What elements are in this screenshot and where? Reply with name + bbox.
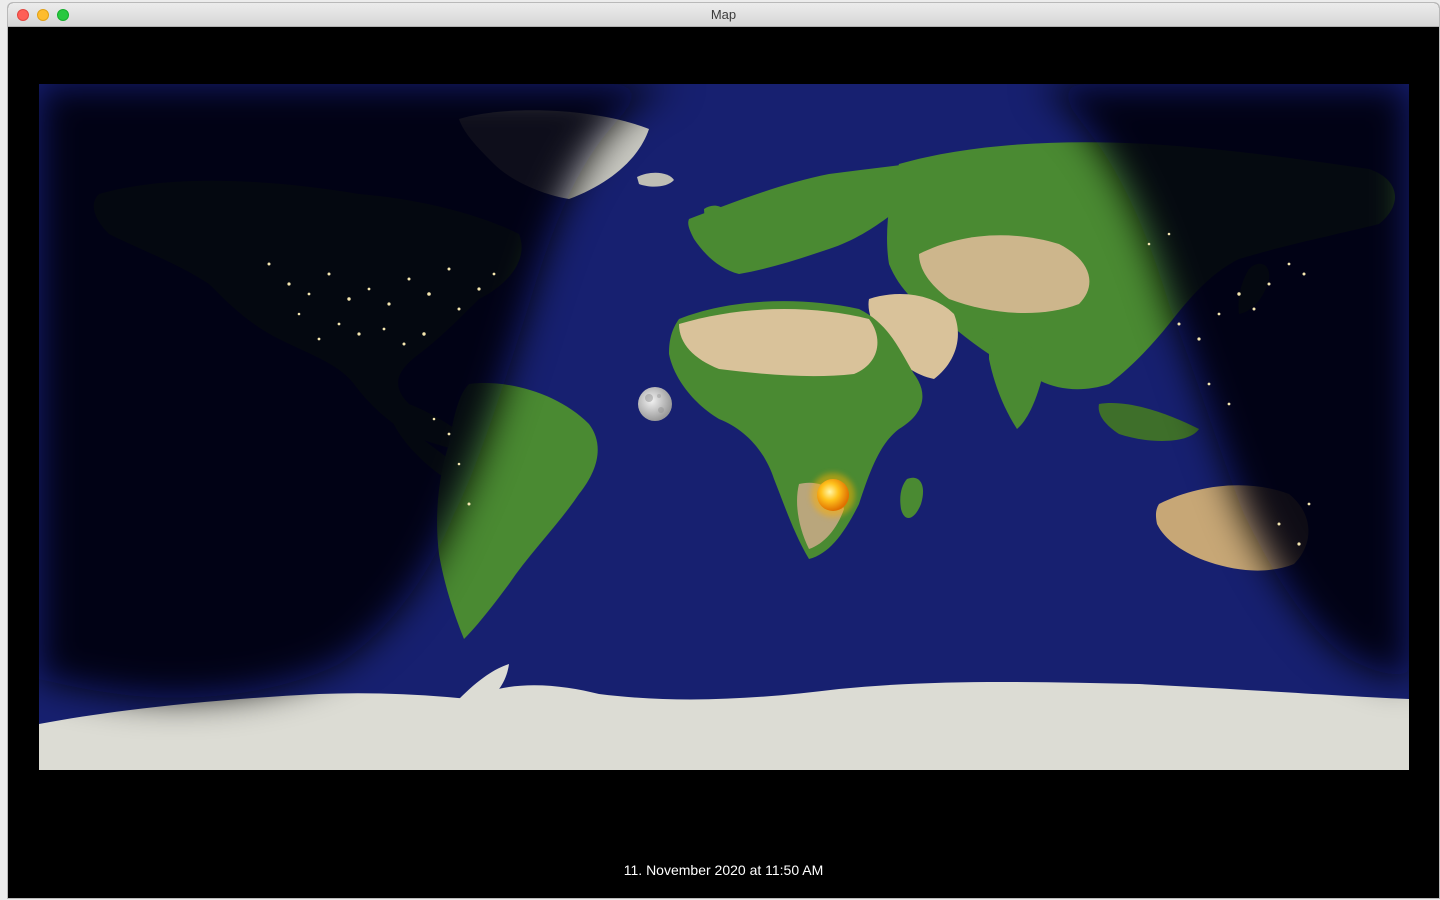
date-time-label: 11. November 2020 at 11:50 AM [623, 862, 824, 878]
title-bar[interactable]: Map [8, 3, 1439, 27]
world-map-graphic [39, 84, 1409, 770]
moon-icon [638, 387, 672, 421]
map-window: Map 11. November 2020 at 11:50 AM [8, 3, 1439, 898]
world-map [39, 84, 1409, 770]
window-title: Map [710, 7, 737, 22]
sun-icon [811, 473, 855, 517]
